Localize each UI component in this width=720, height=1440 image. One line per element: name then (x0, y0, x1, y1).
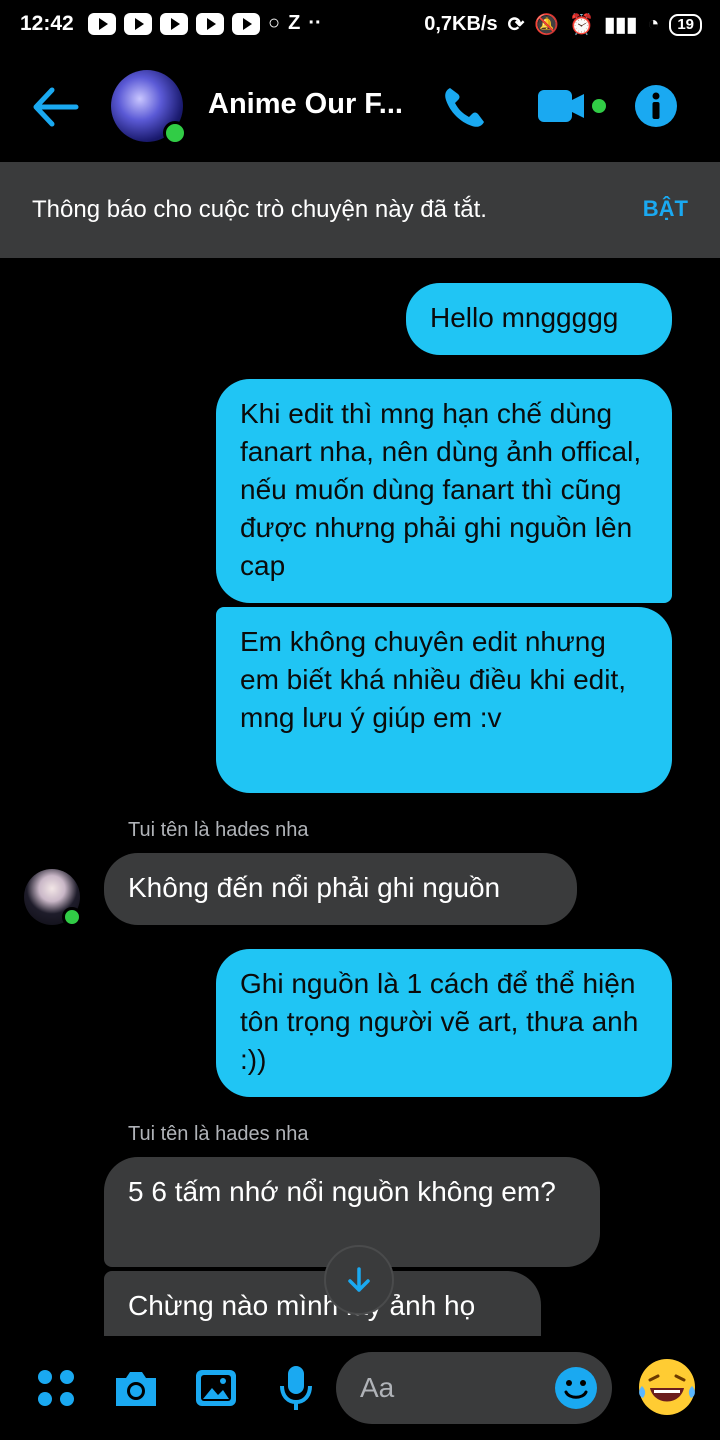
status-bar: 12:42 ○ Z ·· 0,7KB/s ⟳ 🔕 ⏰ ▮▮▮ ◔ 19 (0, 0, 720, 52)
network-speed: 0,7KB/s (424, 13, 498, 35)
message-bubble-outgoing[interactable]: Hello mnggggg (406, 283, 672, 355)
message-bubble-outgoing[interactable]: Ghi nguồn là 1 cách để thể hiện tôn trọn… (216, 949, 672, 1097)
zalo-notification-icon: Z (288, 12, 301, 34)
data-sync-icon: ⟳ (507, 14, 525, 36)
message-bubble-incoming[interactable]: Chừng nào mình lấy ảnh họ (104, 1271, 541, 1336)
youtube-notification-icon (160, 12, 188, 35)
youtube-notification-icon (232, 12, 260, 35)
banner-text: Thông báo cho cuộc trò chuyện này đã tắt… (32, 196, 487, 223)
status-time: 12:42 (20, 12, 74, 35)
sender-name: Tui tên là hades nha (128, 819, 309, 841)
notification-muted-banner: Thông báo cho cuộc trò chuyện này đã tắt… (0, 162, 720, 258)
message-bubble-incoming[interactable]: Không đến nổi phải ghi nguồn (104, 853, 577, 925)
scroll-down-button[interactable] (324, 1245, 394, 1315)
video-icon[interactable] (536, 88, 608, 124)
message-input-placeholder: Aa (360, 1372, 395, 1403)
youtube-notification-icon (88, 12, 116, 35)
more-dots-icon: ·· (308, 12, 322, 34)
emoji-icon[interactable] (554, 1366, 598, 1410)
chat-header: Anime Our F... (0, 52, 720, 162)
laughing-emoji-icon[interactable] (636, 1356, 698, 1418)
back-arrow-icon[interactable] (30, 82, 80, 132)
image-icon[interactable] (194, 1366, 238, 1410)
composer-bar: Aa (0, 1336, 720, 1440)
wifi-icon: ◔ (647, 13, 660, 35)
message-bubble-outgoing[interactable]: Khi edit thì mng hạn chế dùng fanart nha… (216, 379, 672, 603)
sender-name: Tui tên là hades nha (128, 1123, 309, 1145)
online-indicator (163, 121, 187, 145)
turn-on-button[interactable]: BẬT (643, 196, 688, 222)
chat-title[interactable]: Anime Our F... (208, 88, 403, 121)
youtube-notification-icon (124, 12, 152, 35)
misc-notification-icon: ○ (268, 12, 281, 34)
info-icon[interactable] (634, 84, 678, 128)
alarm-icon: ⏰ (569, 14, 595, 36)
message-list[interactable]: Hello mnggggg Khi edit thì mng hạn chế d… (0, 258, 720, 1336)
youtube-notification-icon (196, 12, 224, 35)
arrow-down-icon (348, 1267, 370, 1292)
message-input[interactable]: Aa (336, 1352, 612, 1424)
status-right: 0,7KB/s ⟳ 🔕 ⏰ ▮▮▮ ◔ 19 (424, 12, 702, 37)
message-bubble-outgoing[interactable]: Em không chuyên edit nhưng em biết khá n… (216, 607, 672, 793)
online-indicator (62, 907, 82, 927)
camera-icon[interactable] (112, 1368, 160, 1408)
mute-icon: 🔕 (534, 14, 560, 36)
signal-icon: ▮▮▮ (604, 14, 638, 36)
mic-icon[interactable] (278, 1364, 314, 1412)
apps-icon[interactable] (36, 1368, 76, 1408)
phone-icon[interactable] (442, 84, 488, 130)
battery-icon: 19 (669, 13, 702, 36)
notification-icons: ○ Z ·· (88, 12, 322, 35)
